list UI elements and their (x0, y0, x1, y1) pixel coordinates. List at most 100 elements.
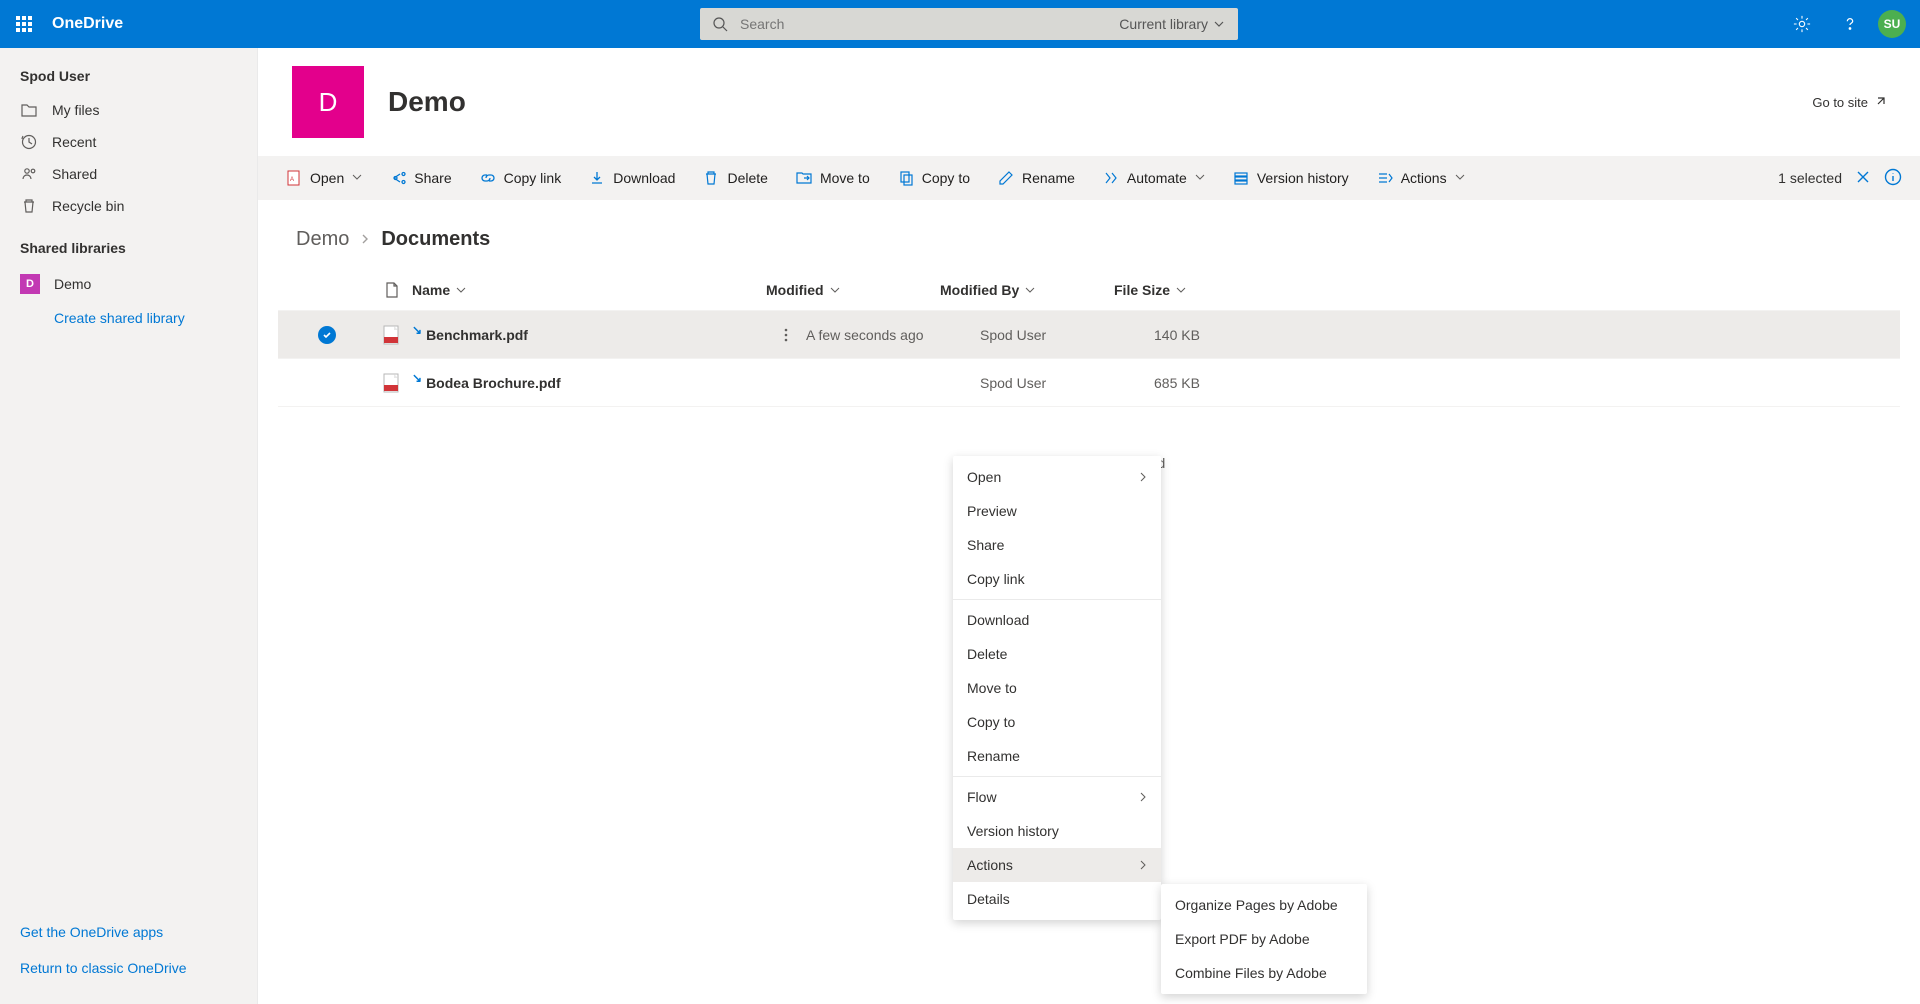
go-to-site-link[interactable]: Go to site (1812, 95, 1886, 110)
cmd-share[interactable]: Share (380, 164, 461, 192)
sidebar-library-demo[interactable]: D Demo (0, 266, 257, 302)
app-header: OneDrive Current library SU (0, 0, 1920, 48)
ctx-label: Move to (967, 680, 1017, 696)
search-scope-dropdown[interactable]: Current library (1105, 16, 1238, 32)
chevron-down-icon (1025, 285, 1035, 295)
flow-icon (1103, 170, 1119, 186)
ctx-download[interactable]: Download (953, 603, 1161, 637)
close-icon (1856, 170, 1870, 184)
pdf-icon: A (286, 170, 302, 186)
sidebar-item-myfiles[interactable]: My files (0, 94, 257, 126)
settings-button[interactable] (1782, 0, 1822, 48)
sidebar-bottom-links: Get the OneDrive apps Return to classic … (0, 914, 257, 1004)
sidebar-item-label: Recycle bin (52, 198, 124, 214)
copy-icon (898, 170, 914, 186)
cmd-download[interactable]: Download (579, 164, 685, 192)
cmd-rename[interactable]: Rename (988, 164, 1085, 192)
sync-icon: ↘ (412, 371, 422, 385)
sub-organize-pages[interactable]: Organize Pages by Adobe (1161, 888, 1367, 922)
ctx-rename[interactable]: Rename (953, 739, 1161, 773)
ctx-label: Delete (967, 646, 1007, 662)
help-button[interactable] (1830, 0, 1870, 48)
checkmark-icon (318, 326, 336, 344)
ctx-label: Preview (967, 503, 1017, 519)
sync-icon: ↘ (412, 323, 422, 337)
sidebar-item-recent[interactable]: Recent (0, 126, 257, 158)
ctx-label: Flow (967, 789, 997, 805)
cmd-label: Move to (820, 170, 870, 186)
cmd-label: Delete (727, 170, 767, 186)
more-icon (784, 328, 788, 342)
ctx-label: Rename (967, 748, 1020, 764)
share-icon (390, 170, 406, 186)
col-modifiedby-header[interactable]: Modified By (940, 282, 1114, 298)
table-row[interactable]: ↘ Benchmark.pdf A few seconds ago Spod U… (278, 311, 1900, 359)
table-row[interactable]: ↘ Bodea Brochure.pdf Spod User 685 KB (278, 359, 1900, 407)
details-pane-button[interactable] (1884, 168, 1902, 189)
file-name[interactable]: ↘ Bodea Brochure.pdf (412, 375, 766, 391)
cmd-label: Rename (1022, 170, 1075, 186)
ctx-details[interactable]: Details (953, 882, 1161, 916)
sub-combine-files[interactable]: Combine Files by Adobe (1161, 956, 1367, 990)
sidebar-item-shared[interactable]: Shared (0, 158, 257, 190)
ctx-share[interactable]: Share (953, 528, 1161, 562)
ctx-copy-link[interactable]: Copy link (953, 562, 1161, 596)
cmd-open[interactable]: A Open (276, 164, 372, 192)
ctx-actions[interactable]: Actions (953, 848, 1161, 882)
ctx-delete[interactable]: Delete (953, 637, 1161, 671)
ctx-flow[interactable]: Flow (953, 780, 1161, 814)
cmd-copy-link[interactable]: Copy link (470, 164, 572, 192)
brand-name[interactable]: OneDrive (48, 15, 123, 33)
app-launcher[interactable] (0, 0, 48, 48)
ctx-version-history[interactable]: Version history (953, 814, 1161, 848)
classic-onedrive-link[interactable]: Return to classic OneDrive (0, 950, 257, 986)
cmd-actions[interactable]: Actions (1367, 164, 1475, 192)
ctx-open[interactable]: Open (953, 460, 1161, 494)
ctx-label: Actions (967, 857, 1013, 873)
breadcrumb-root[interactable]: Demo (296, 228, 349, 251)
breadcrumb: Demo Documents (258, 200, 1920, 269)
ctx-move-to[interactable]: Move to (953, 671, 1161, 705)
chevron-down-icon (830, 285, 840, 295)
chevron-down-icon (1455, 172, 1465, 182)
col-filesize-header[interactable]: File Size (1114, 282, 1274, 298)
cmd-automate[interactable]: Automate (1093, 164, 1215, 192)
sub-export-pdf[interactable]: Export PDF by Adobe (1161, 922, 1367, 956)
search-icon (700, 16, 740, 32)
external-link-icon (1874, 96, 1886, 108)
clear-selection-button[interactable] (1856, 170, 1870, 187)
avatar[interactable]: SU (1878, 10, 1906, 38)
history-icon (1233, 170, 1249, 186)
get-apps-link[interactable]: Get the OneDrive apps (0, 914, 257, 950)
search-input[interactable] (740, 16, 1105, 32)
ctx-label: Open (967, 469, 1001, 485)
ctx-preview[interactable]: Preview (953, 494, 1161, 528)
sidebar-item-label: Recent (52, 134, 96, 150)
cmdbar-right: 1 selected (1778, 168, 1902, 189)
chevron-right-icon (359, 228, 371, 251)
search-box[interactable]: Current library (700, 8, 1238, 40)
file-modified: A few seconds ago (806, 327, 980, 343)
row-actions-button[interactable] (766, 328, 806, 342)
chevron-right-icon (1139, 857, 1147, 873)
trash-icon (20, 198, 38, 214)
col-modified-header[interactable]: Modified (766, 282, 940, 298)
context-menu: Open Preview Share Copy link Download De… (953, 456, 1161, 920)
cmd-delete[interactable]: Delete (693, 164, 777, 192)
sidebar-item-recyclebin[interactable]: Recycle bin (0, 190, 257, 222)
main-content: D Demo Go to site A Open Share Copy link… (258, 48, 1920, 1004)
file-modifiedby: Spod User (980, 327, 1154, 343)
folder-icon (20, 103, 38, 117)
cmd-copy-to[interactable]: Copy to (888, 164, 980, 192)
ctx-label: Copy to (967, 714, 1015, 730)
col-name-header[interactable]: Name (412, 282, 766, 298)
cmd-label: Open (310, 170, 344, 186)
file-name[interactable]: ↘ Benchmark.pdf (412, 327, 766, 343)
ctx-copy-to[interactable]: Copy to (953, 705, 1161, 739)
file-size: 685 KB (1154, 375, 1314, 391)
create-shared-library-link[interactable]: Create shared library (0, 302, 257, 334)
cmd-version-history[interactable]: Version history (1223, 164, 1359, 192)
col-label: Modified (766, 282, 824, 298)
row-select[interactable] (318, 326, 372, 344)
cmd-move-to[interactable]: Move to (786, 164, 880, 192)
